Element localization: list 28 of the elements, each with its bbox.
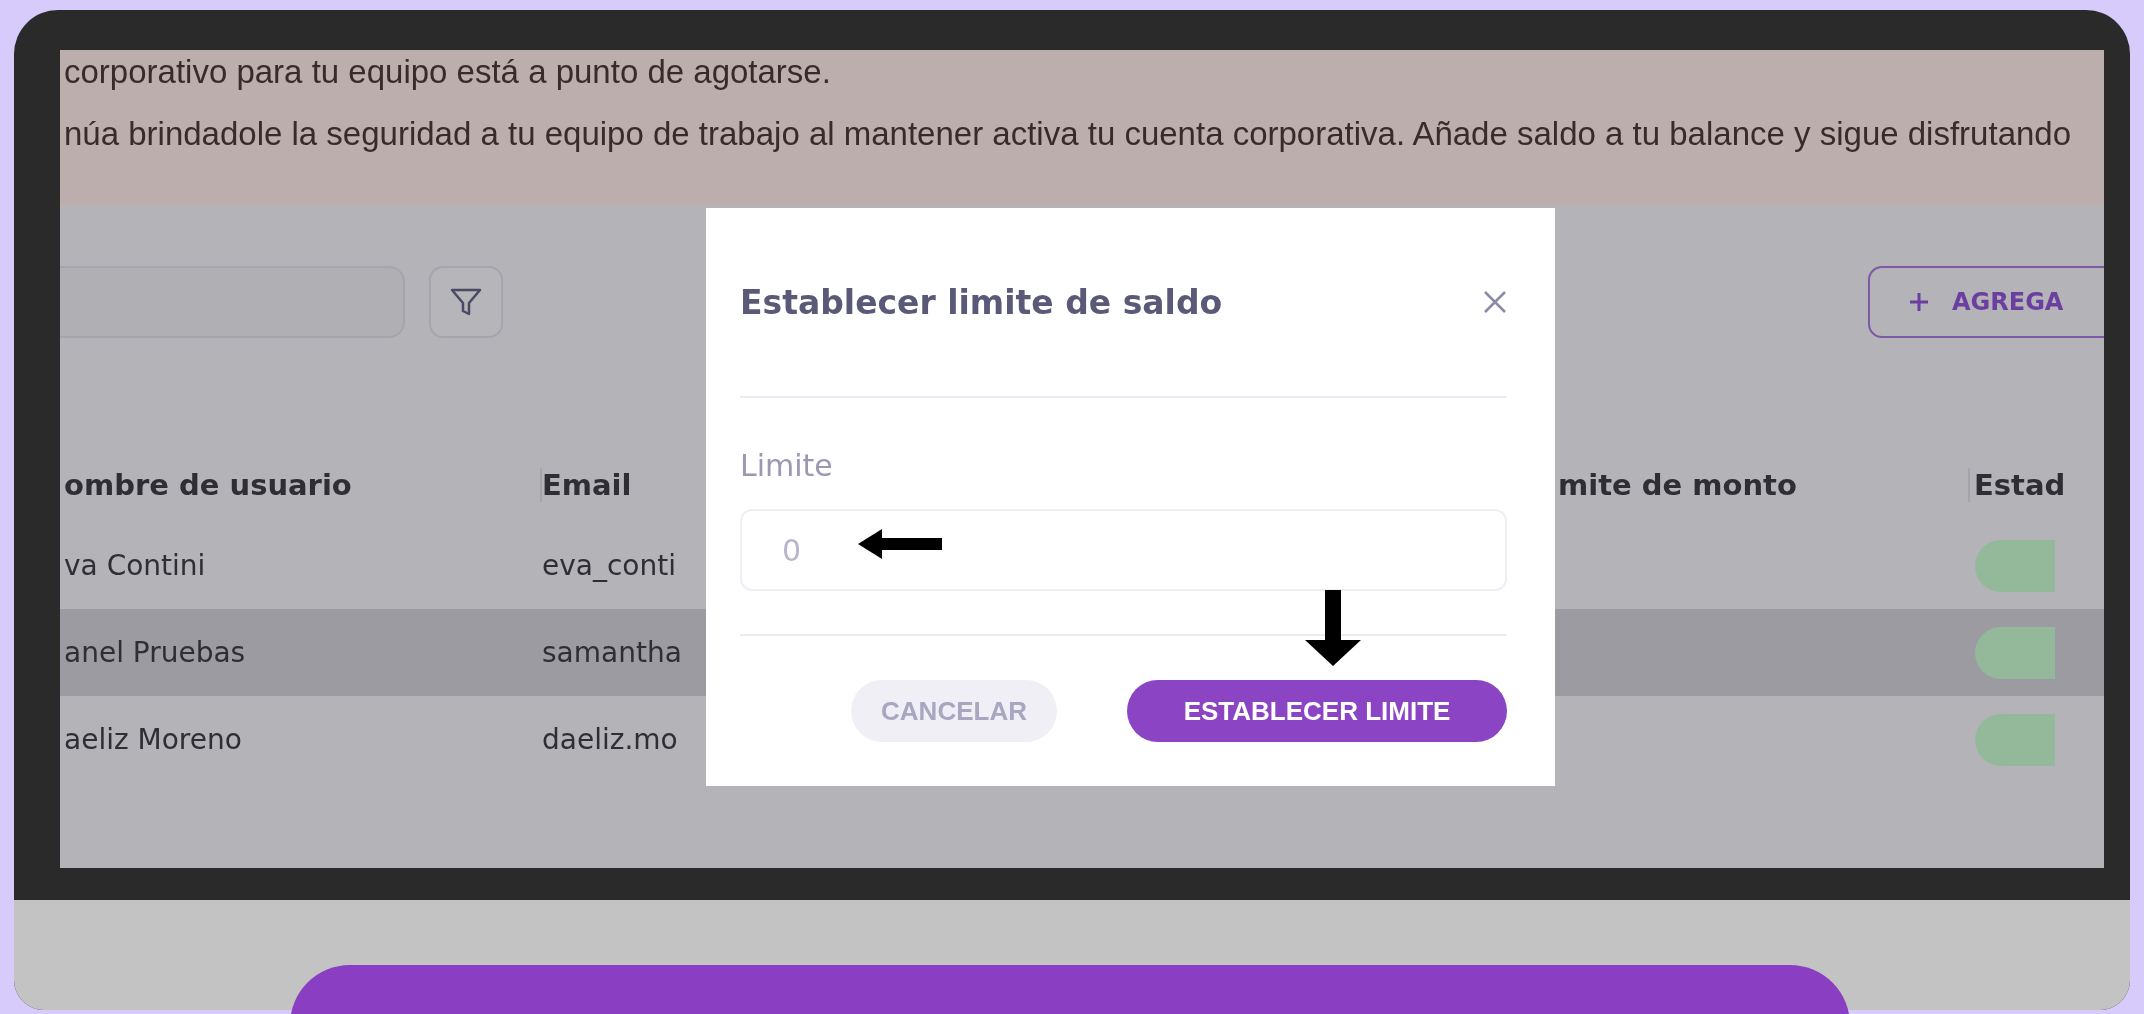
- table-cell: va Contini: [64, 549, 206, 582]
- table-row[interactable]: va Contini eva_conti: [60, 522, 706, 609]
- table-cell: aeliz Moreno: [64, 723, 242, 756]
- table-row[interactable]: anel Pruebas samantha: [60, 609, 706, 696]
- table-cell: eva_conti: [542, 549, 676, 582]
- alert-text: núa brindadole la seguridad a tu equipo de trabajo al mantener activa tu cuenta corporativa. Añade saldo a tu balance y sigue disfrutando: [64, 114, 2073, 154]
- table-row[interactable]: [1555, 609, 2104, 696]
- table-cell: samantha: [542, 636, 682, 669]
- table-cell: daeliz.mo: [542, 723, 678, 756]
- left-arrow-icon: [858, 529, 942, 559]
- close-button[interactable]: [1483, 290, 1507, 314]
- filter-button[interactable]: [429, 266, 503, 338]
- column-header: ombre de usuario: [60, 467, 542, 502]
- confirm-button[interactable]: ESTABLECER LIMITE: [1127, 680, 1507, 742]
- table-cell: anel Pruebas: [64, 636, 246, 669]
- filter-icon: [449, 287, 483, 317]
- column-header: Estad: [1973, 467, 2067, 502]
- add-button[interactable]: AGREGA: [1868, 266, 2104, 338]
- dialog-title: Establecer limite de saldo: [740, 282, 1223, 322]
- alert-text: corporativo para tu equipo está a punto de agotarse.: [64, 52, 832, 92]
- table-row[interactable]: aeliz Moreno daeliz.mo: [60, 696, 706, 783]
- field-label: Limite: [740, 448, 834, 483]
- search-field[interactable]: [60, 266, 405, 338]
- close-icon: [1483, 290, 1507, 314]
- plus-icon: [1908, 291, 1930, 313]
- limit-input[interactable]: 0: [740, 509, 1507, 591]
- column-header: Email: [542, 467, 633, 502]
- down-arrow-icon: [1305, 590, 1361, 666]
